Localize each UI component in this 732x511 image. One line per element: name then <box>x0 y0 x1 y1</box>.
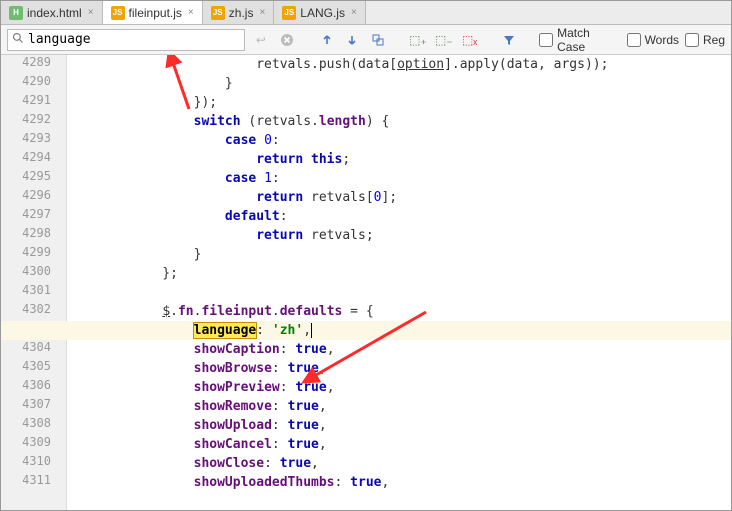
line-number: 4294 <box>1 150 57 164</box>
regex-input[interactable] <box>685 33 699 47</box>
line-number: 4293 <box>1 131 57 145</box>
line-number: 4289 <box>1 55 57 69</box>
filter-icon[interactable] <box>499 30 519 50</box>
tab-bar: H index.html × JS fileinput.js × JS zh.j… <box>1 1 731 25</box>
code-line[interactable]: showCancel: true, <box>85 435 327 454</box>
html-icon: H <box>9 6 23 20</box>
code-line[interactable]: return retvals[0]; <box>85 188 397 207</box>
code-line[interactable]: $.fn.fileinput.defaults = { <box>85 302 374 321</box>
code-line[interactable]: showUpload: true, <box>85 416 327 435</box>
line-number: 4296 <box>1 188 57 202</box>
tab-label: LANG.js <box>300 6 345 20</box>
match-case-input[interactable] <box>539 33 553 47</box>
tab-zh-js[interactable]: JS zh.js × <box>203 1 275 24</box>
line-number: 4295 <box>1 169 57 183</box>
match-case-checkbox[interactable]: Match Case <box>539 26 620 54</box>
line-number: 4311 <box>1 473 57 487</box>
code-line[interactable]: showUploadedThumbs: true, <box>85 473 389 492</box>
regex-label: Reg <box>703 33 725 47</box>
code-line[interactable]: }; <box>85 264 178 283</box>
line-number: 4300 <box>1 264 57 278</box>
line-number: 4299 <box>1 245 57 259</box>
match-case-label: Match Case <box>557 26 620 54</box>
tab-lang-js[interactable]: JS LANG.js × <box>274 1 366 24</box>
search-field-wrap[interactable] <box>7 29 245 51</box>
line-number: 4292 <box>1 112 57 126</box>
tab-label: index.html <box>27 6 82 20</box>
line-number: 4298 <box>1 226 57 240</box>
line-number: 4309 <box>1 435 57 449</box>
code-editor[interactable]: 4289 4290 4291 4292 4293 4294 4295 4296 4297 4298… <box>1 55 731 510</box>
exclude-icon[interactable]: ⬚ₓ <box>460 30 480 50</box>
code-line[interactable]: case 0: <box>85 131 280 150</box>
prev-match-icon[interactable] <box>317 30 337 50</box>
close-icon[interactable]: × <box>188 7 194 18</box>
line-number: 4302 <box>1 302 57 316</box>
line-number: 4304 <box>1 340 57 354</box>
gutter: 4289 4290 4291 4292 4293 4294 4295 4296 4297 4298… <box>1 55 67 510</box>
code-line[interactable]: retvals.push(data[option].apply(data, ar… <box>85 55 608 74</box>
gutter-icons <box>67 55 85 510</box>
code-line[interactable]: }); <box>85 93 217 112</box>
search-toolbar: ↩ ⬚₊ ⬚₋ ⬚ₓ Match Case Words Reg <box>1 25 731 55</box>
code-line[interactable]: showClose: true, <box>85 454 319 473</box>
js-icon: JS <box>111 6 125 20</box>
code-line[interactable]: switch (retvals.length) { <box>85 112 389 131</box>
code-line[interactable]: showPreview: true, <box>85 378 335 397</box>
line-number: 4307 <box>1 397 57 411</box>
remove-selection-icon[interactable]: ⬚₋ <box>434 30 454 50</box>
tab-index-html[interactable]: H index.html × <box>1 1 103 24</box>
close-icon[interactable]: × <box>259 7 265 18</box>
line-number: 4290 <box>1 74 57 88</box>
add-selection-icon[interactable]: ⬚₊ <box>408 30 428 50</box>
code-line[interactable]: showCaption: true, <box>85 340 335 359</box>
code-line[interactable]: } <box>85 245 201 264</box>
words-input[interactable] <box>627 33 641 47</box>
clear-search-icon[interactable] <box>277 30 297 50</box>
words-checkbox[interactable]: Words <box>627 33 679 47</box>
line-number: 4291 <box>1 93 57 107</box>
search-icon <box>12 32 24 47</box>
line-number: 4308 <box>1 416 57 430</box>
close-icon[interactable]: × <box>351 7 357 18</box>
code-line[interactable]: case 1: <box>85 169 280 188</box>
tab-label: zh.js <box>229 6 254 20</box>
line-number: 4306 <box>1 378 57 392</box>
code-line[interactable]: default: <box>85 207 288 226</box>
close-icon[interactable]: × <box>88 7 94 18</box>
code-line[interactable] <box>85 283 131 302</box>
code-line[interactable]: showRemove: true, <box>85 397 327 416</box>
js-icon: JS <box>211 6 225 20</box>
code-line[interactable]: showBrowse: true, <box>85 359 327 378</box>
tab-fileinput-js[interactable]: JS fileinput.js × <box>103 1 203 24</box>
code-line[interactable]: return this; <box>85 150 350 169</box>
next-match-icon[interactable] <box>342 30 362 50</box>
js-icon: JS <box>282 6 296 20</box>
line-number: 4305 <box>1 359 57 373</box>
code-line[interactable]: language: 'zh', <box>85 321 312 340</box>
line-number: 4310 <box>1 454 57 468</box>
search-input[interactable] <box>28 32 240 47</box>
words-label: Words <box>645 33 679 47</box>
line-number: 4301 <box>1 283 57 297</box>
line-number: 4297 <box>1 207 57 221</box>
code-line[interactable]: } <box>85 74 233 93</box>
code-line[interactable]: return retvals; <box>85 226 374 245</box>
tab-label: fileinput.js <box>129 6 182 20</box>
code-lines[interactable]: retvals.push(data[option].apply(data, ar… <box>85 55 731 492</box>
select-all-icon[interactable] <box>368 30 388 50</box>
history-icon[interactable]: ↩ <box>251 30 271 50</box>
regex-checkbox[interactable]: Reg <box>685 33 725 47</box>
